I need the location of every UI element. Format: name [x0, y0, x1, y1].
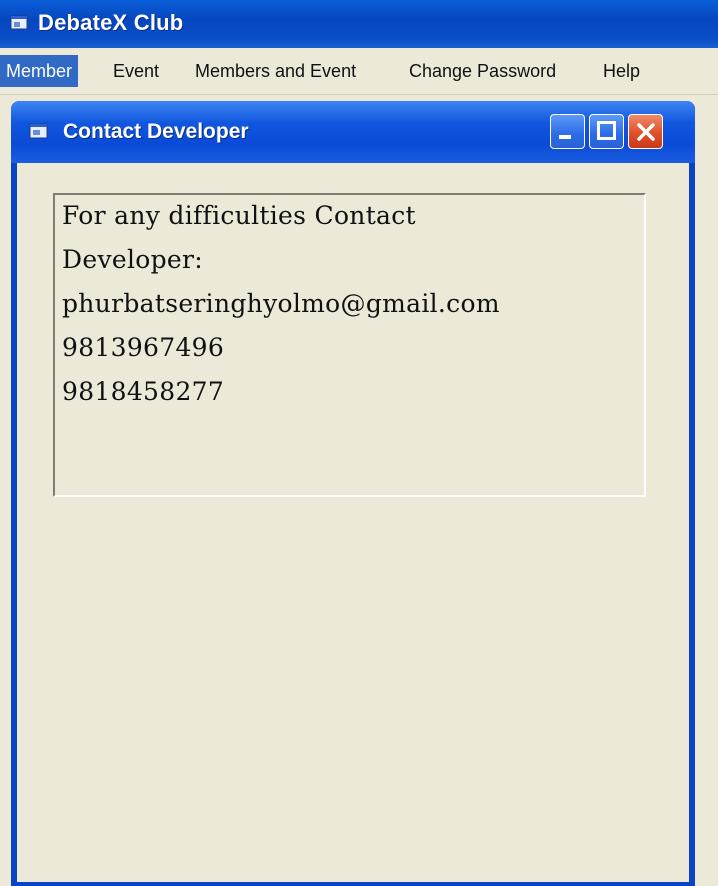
window-client-area: For any difficulties Contact Developer: … — [17, 163, 689, 882]
contact-developer-window: Contact Developer For any difficulties C… — [11, 101, 695, 886]
maximize-button[interactable] — [589, 114, 624, 149]
minimize-button[interactable] — [550, 114, 585, 149]
menu-event[interactable]: Event — [107, 55, 165, 87]
menu-help[interactable]: Help — [597, 55, 646, 87]
app-title: DebateX Club — [38, 10, 184, 35]
window-title: Contact Developer — [63, 120, 249, 143]
developer-phone-1: 9813967496 — [62, 333, 225, 362]
maximize-icon — [597, 121, 616, 140]
close-button[interactable] — [628, 114, 663, 149]
contact-message-line-2: Developer: — [62, 245, 203, 274]
minimize-icon — [559, 135, 571, 139]
menu-bar: Member Event Members and Event Change Pa… — [0, 48, 718, 95]
menu-change-password[interactable]: Change Password — [403, 55, 562, 87]
menu-members-and-event[interactable]: Members and Event — [189, 55, 362, 87]
contact-message-line-1: For any difficulties Contact — [62, 201, 416, 230]
window-titlebar[interactable]: Contact Developer — [11, 101, 695, 163]
developer-email: phurbatseringhyolmo@gmail.com — [62, 289, 500, 318]
app-window-icon — [10, 15, 28, 30]
menu-member[interactable]: Member — [0, 55, 79, 87]
close-icon — [637, 123, 655, 141]
developer-phone-2: 9818458277 — [62, 377, 225, 406]
contact-info-box: For any difficulties Contact Developer: … — [53, 193, 646, 497]
window-icon — [29, 123, 48, 139]
app-titlebar[interactable]: DebateX Club — [0, 0, 718, 48]
